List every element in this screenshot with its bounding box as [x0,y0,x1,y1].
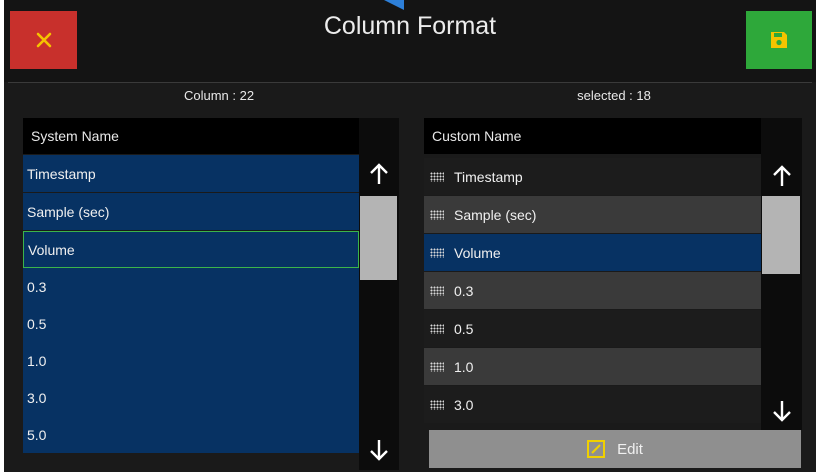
selected-count: selected : 18 [577,88,651,103]
scroll-up-button[interactable] [359,156,399,192]
drag-handle-icon[interactable] [430,285,444,296]
arrow-down-icon [772,401,791,422]
system-list-item[interactable]: 0.3 [23,268,359,305]
frame: Column Format Column : 22 selected : 18 … [0,0,825,472]
custom-name-list: Custom Name Timestamp Sample (sec) Volume 0… [424,118,802,430]
divider [8,82,812,83]
custom-scrollbar[interactable] [761,118,802,430]
custom-list-item-label: Timestamp [454,168,523,185]
system-list-item-label: Sample (sec) [27,203,110,220]
system-list-item[interactable]: 1.0 [23,342,359,379]
system-list-item[interactable]: 3.0 [23,379,359,416]
custom-list-item-label: Sample (sec) [454,206,537,223]
scroll-down-button[interactable] [761,394,802,428]
system-list-item-label: Volume [28,241,75,258]
custom-list-item[interactable]: Sample (sec) [424,196,761,233]
drag-handle-icon[interactable] [430,247,444,258]
drag-handle-icon[interactable] [430,209,444,220]
system-list-item-label: 0.5 [27,315,47,332]
custom-list-item-label: 3.0 [454,396,474,413]
scroll-down-button[interactable] [359,432,399,468]
custom-list-item-label: 0.3 [454,282,474,299]
drag-handle-icon[interactable] [430,323,444,334]
edit-button[interactable]: Edit [429,430,801,468]
save-button[interactable] [746,11,812,69]
system-list-item-label: 1.0 [27,352,47,369]
custom-list-item-label: 0.5 [454,320,474,337]
system-list-item[interactable]: Timestamp [23,155,359,192]
system-list-item-label: 0.3 [27,278,47,295]
system-list-item-label: 3.0 [27,389,47,406]
top-bar: Column Format [4,0,816,82]
system-scrollbar[interactable] [359,118,399,470]
drag-handle-icon[interactable] [430,361,444,372]
scroll-up-button[interactable] [761,158,802,194]
scroll-thumb[interactable] [360,196,397,280]
custom-list-item-label: 1.0 [454,358,474,375]
custom-list-item[interactable]: 0.3 [424,272,761,309]
system-name-header: System Name [23,118,359,154]
system-list-item[interactable]: Volume [23,231,359,268]
system-list-item-label: 5.0 [27,426,47,443]
system-name-list: System Name Timestamp Sample (sec) Volume 0… [23,118,399,470]
custom-list-item[interactable]: 3.0 [424,386,761,423]
edit-label: Edit [617,440,643,458]
drag-handle-icon[interactable] [430,399,444,410]
column-format-screen: Column Format Column : 22 selected : 18 … [4,0,816,472]
drag-handle-icon[interactable] [430,171,444,182]
custom-list-item-label: Volume [454,244,501,261]
arrow-down-icon [370,440,388,461]
edit-icon [587,440,606,458]
column-count: Column : 22 [183,88,255,103]
system-list-item[interactable]: 5.0 [23,416,359,453]
custom-name-header: Custom Name [424,118,761,154]
arrow-up-icon [772,165,791,186]
system-list-item[interactable]: 0.5 [23,305,359,342]
custom-list-item[interactable]: 0.5 [424,310,761,347]
custom-list-item[interactable]: Volume [424,234,761,271]
scroll-thumb[interactable] [762,196,800,274]
page-title: Column Format [323,12,497,40]
accent-marker [384,0,404,10]
save-icon [771,32,787,48]
custom-list-item[interactable]: 1.0 [424,348,761,385]
system-list-item[interactable]: Sample (sec) [23,193,359,230]
system-list-item-label: Timestamp [27,165,96,182]
custom-list-item[interactable]: Timestamp [424,158,761,195]
arrow-up-icon [370,163,388,184]
